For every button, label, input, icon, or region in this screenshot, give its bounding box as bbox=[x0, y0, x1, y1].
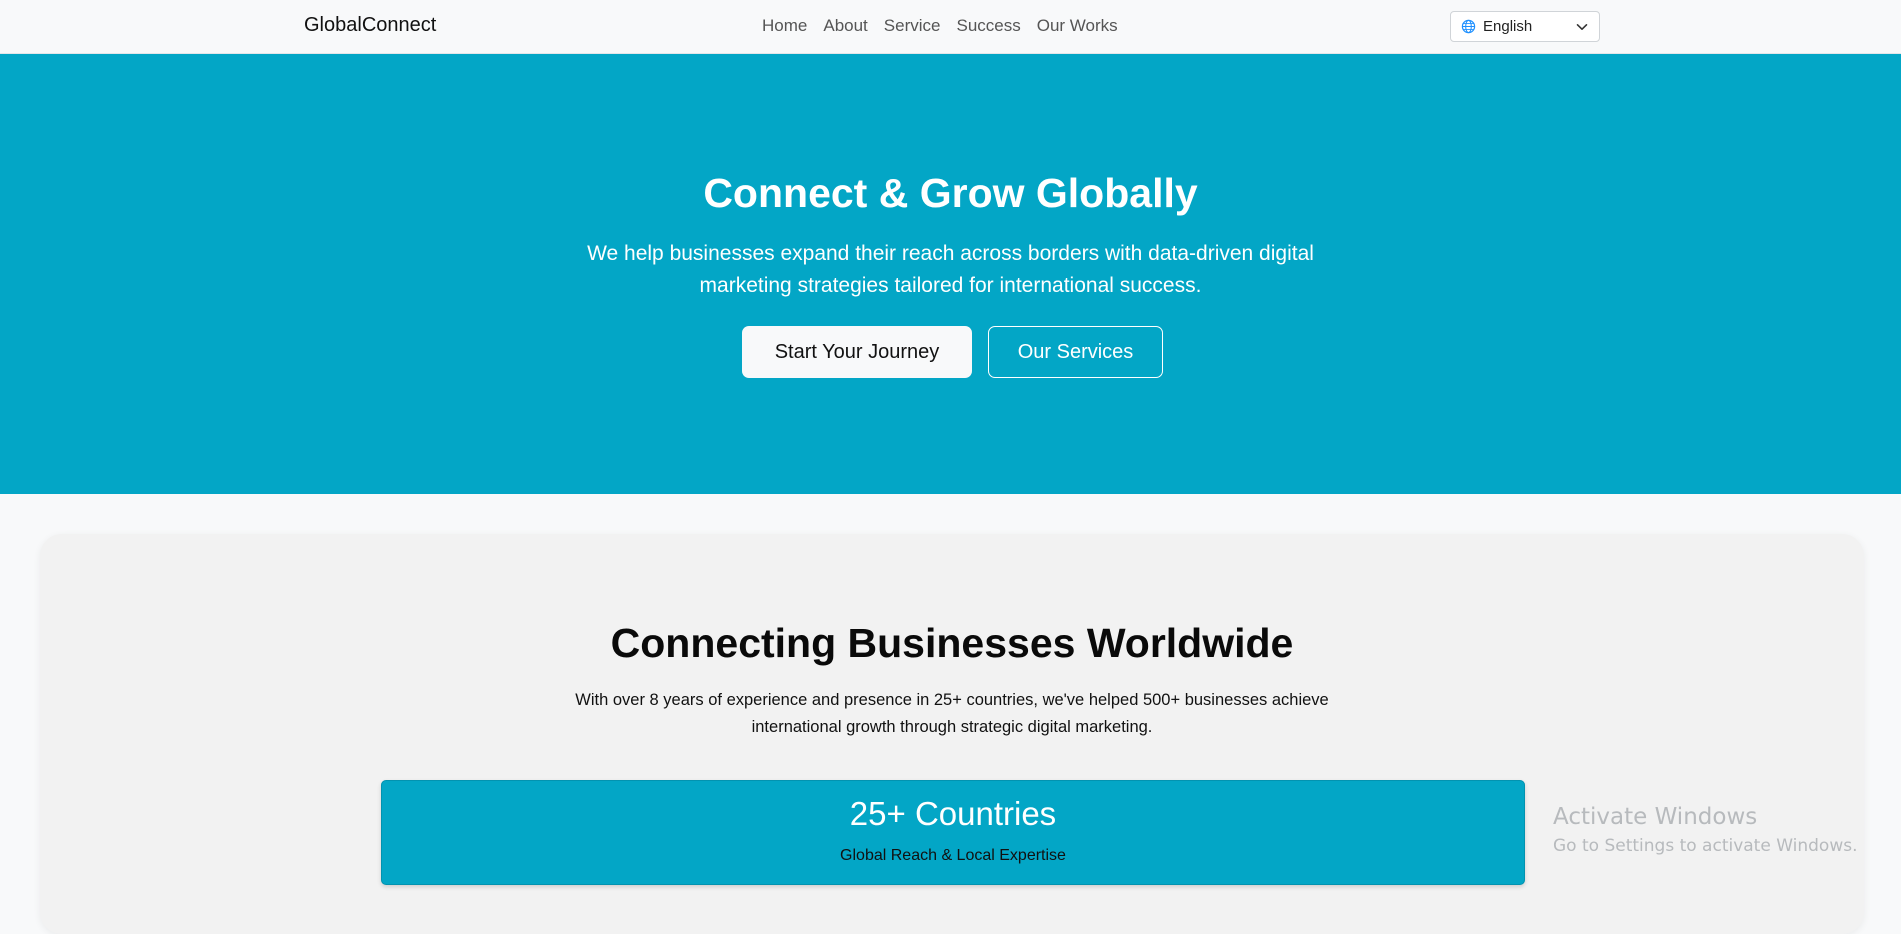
nav-link-about[interactable]: About bbox=[823, 16, 867, 36]
nav-link-success[interactable]: Success bbox=[956, 16, 1020, 36]
our-services-button[interactable]: Our Services bbox=[988, 326, 1163, 378]
language-select[interactable]: English bbox=[1450, 11, 1600, 42]
start-journey-button[interactable]: Start Your Journey bbox=[742, 326, 972, 378]
about-title: Connecting Businesses Worldwide bbox=[610, 620, 1294, 666]
nav-link-home[interactable]: Home bbox=[762, 16, 807, 36]
nav-link-our-works[interactable]: Our Works bbox=[1037, 16, 1118, 36]
brand-logo-link[interactable]: GlobalConnect bbox=[304, 14, 436, 37]
globe-icon bbox=[1461, 19, 1476, 34]
hero-section: Connect & Grow Globally We help business… bbox=[0, 54, 1901, 494]
watermark-subtitle: Go to Settings to activate Windows. bbox=[1553, 836, 1858, 856]
nav-links: Home About Service Success Our Works bbox=[762, 16, 1118, 36]
top-navbar: GlobalConnect Home About Service Success… bbox=[0, 0, 1901, 54]
about-description: With over 8 years of experience and pres… bbox=[575, 691, 1329, 736]
stat-value: 25+ Countries bbox=[849, 795, 1057, 832]
windows-activation-watermark: Activate Windows Go to Settings to activ… bbox=[1553, 804, 1858, 856]
stat-card-countries: 25+ Countries Global Reach & Local Exper… bbox=[381, 780, 1525, 885]
language-select-value: English bbox=[1483, 18, 1533, 35]
chevron-down-icon bbox=[1575, 20, 1589, 34]
stat-label: Global Reach & Local Expertise bbox=[840, 847, 1066, 864]
nav-link-service[interactable]: Service bbox=[884, 16, 941, 36]
watermark-title: Activate Windows bbox=[1553, 804, 1758, 830]
hero-subtitle: We help businesses expand their reach ac… bbox=[587, 242, 1314, 297]
hero-title: Connect & Grow Globally bbox=[703, 170, 1198, 216]
